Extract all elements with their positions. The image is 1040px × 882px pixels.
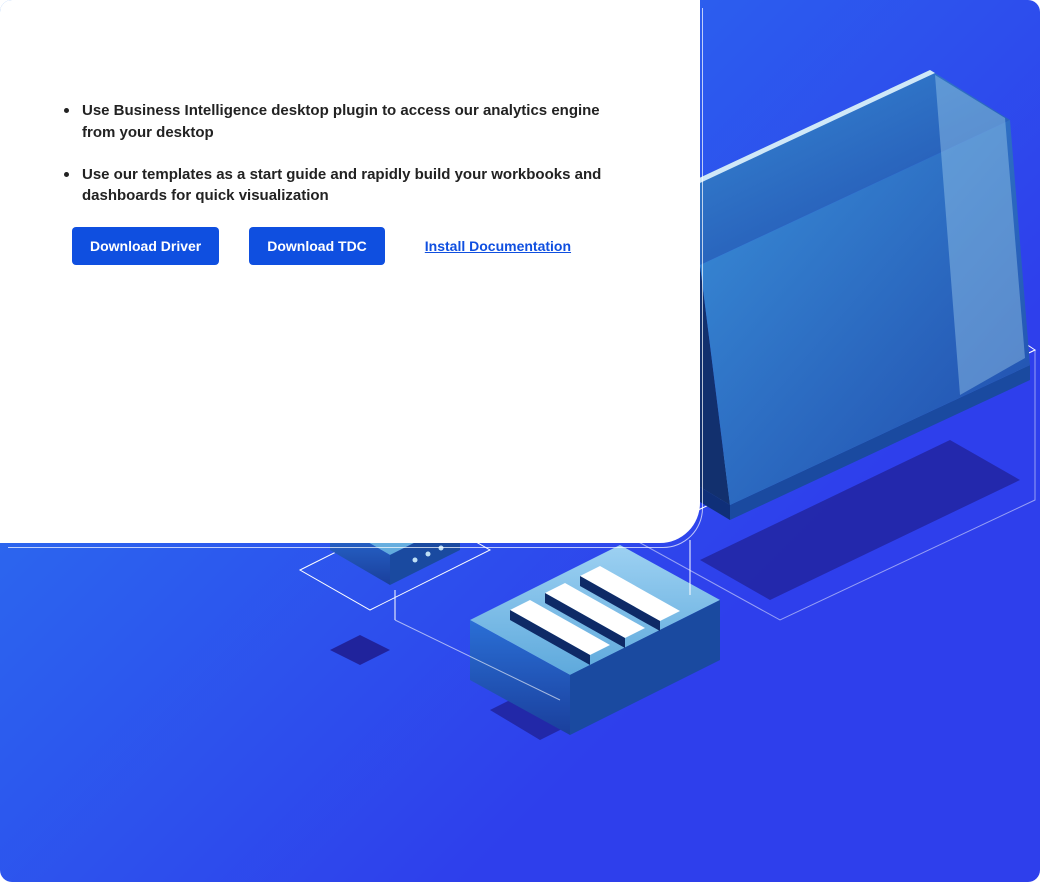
download-driver-button[interactable]: Download Driver bbox=[72, 227, 219, 265]
content-panel bbox=[0, 0, 700, 543]
bullet-item: Use Business Intelligence desktop plugin… bbox=[60, 100, 620, 144]
bullet-item: Use our templates as a start guide and r… bbox=[60, 164, 620, 208]
actions-row: Download Driver Download TDC Install Doc… bbox=[60, 227, 620, 265]
install-documentation-link[interactable]: Install Documentation bbox=[425, 238, 571, 254]
content-area: Use Business Intelligence desktop plugin… bbox=[60, 100, 620, 265]
page-canvas: Use Business Intelligence desktop plugin… bbox=[0, 0, 1040, 882]
download-tdc-button[interactable]: Download TDC bbox=[249, 227, 385, 265]
